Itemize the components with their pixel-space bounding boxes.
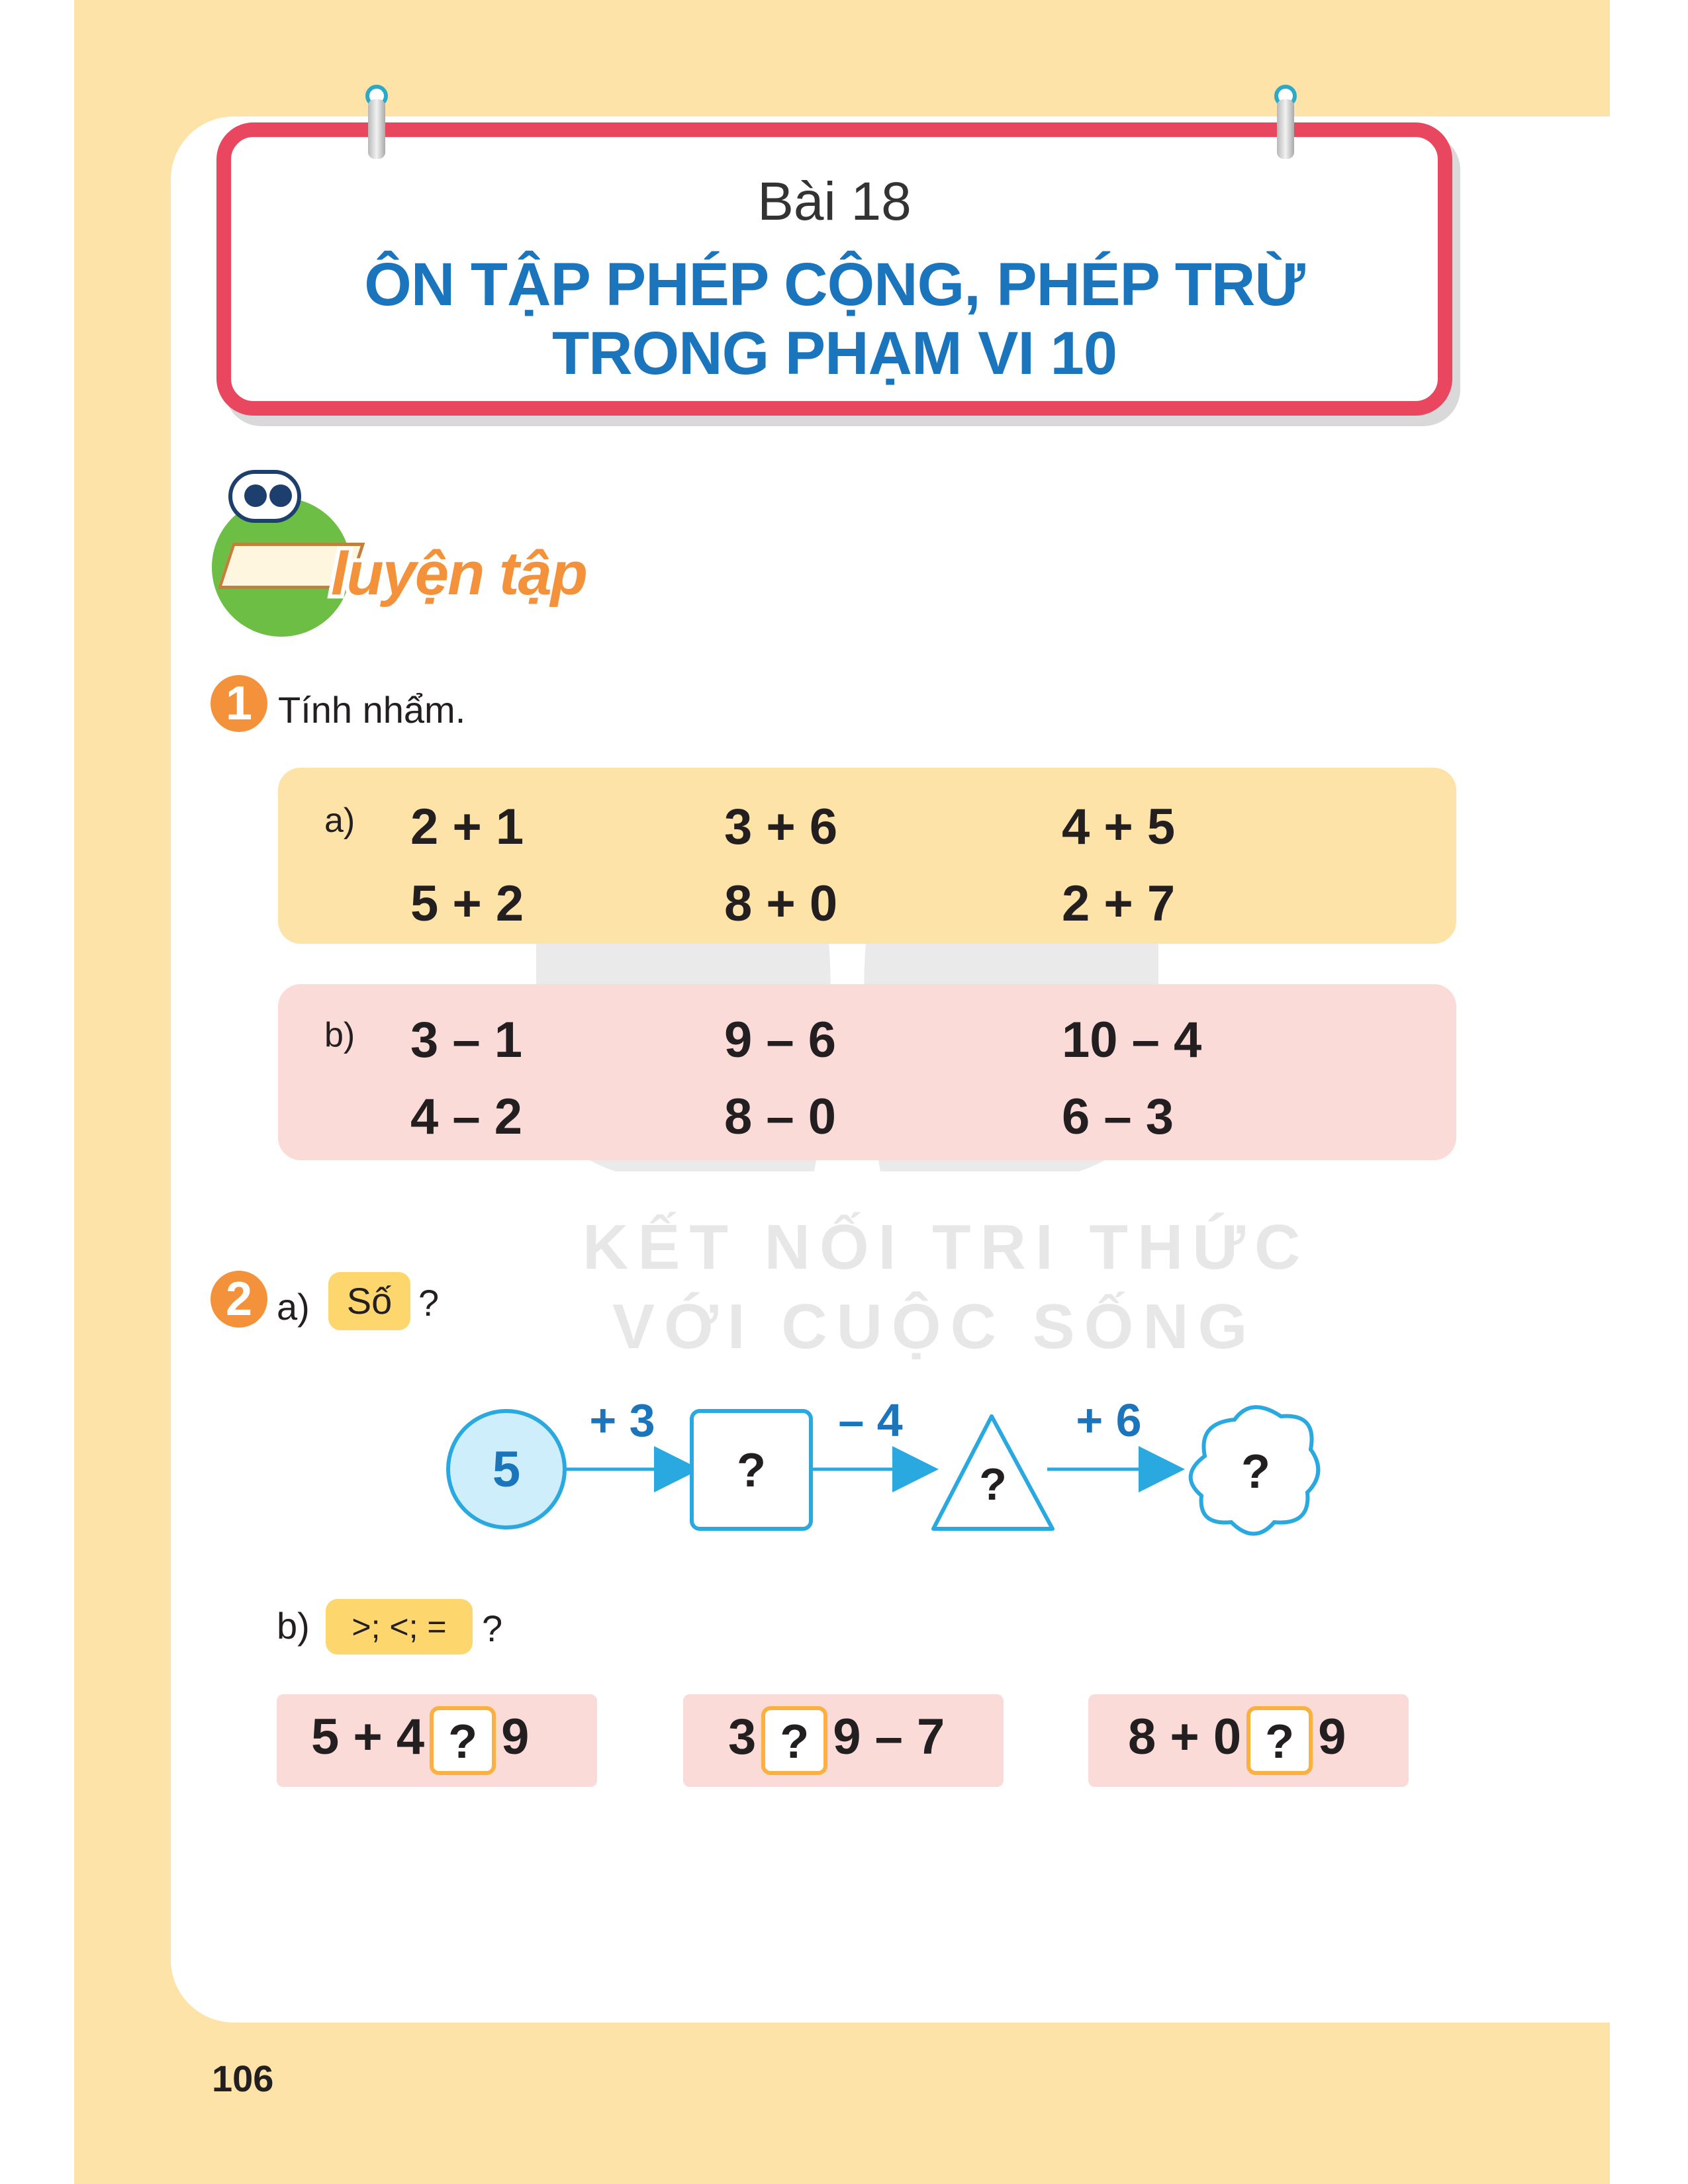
binder-clip-icon bbox=[368, 99, 385, 159]
page-number: 106 bbox=[212, 2058, 274, 2099]
comparison-blank[interactable]: ? bbox=[1246, 1706, 1313, 1775]
lesson-number: Bài 18 bbox=[757, 171, 912, 232]
expression: 4 + 5 bbox=[1062, 799, 1176, 855]
comparison-expression: 3? 9 – 7 bbox=[728, 1706, 945, 1775]
operation-label: + 3 bbox=[589, 1394, 655, 1446]
expression: 2 + 7 bbox=[1062, 876, 1176, 932]
expression: 2 + 1 bbox=[410, 799, 524, 855]
answer-blank: ? bbox=[979, 1459, 1007, 1510]
expression: 3 + 6 bbox=[724, 799, 838, 855]
comparison-right: 9 bbox=[1318, 1709, 1346, 1766]
exercise-2b-label: b) bbox=[277, 1605, 310, 1647]
comparison-left: 5 + 4 bbox=[311, 1709, 425, 1766]
lesson-title-line1: ÔN TẬP PHÉP CỘNG, PHÉP TRỪ bbox=[364, 251, 1305, 318]
expression: 3 – 1 bbox=[410, 1012, 523, 1068]
robot-eye-icon bbox=[244, 484, 267, 507]
expression: 6 – 3 bbox=[1062, 1089, 1174, 1145]
section-badge-label: luyện tập bbox=[327, 536, 592, 612]
answer-blank: ? bbox=[1241, 1445, 1270, 1498]
expression: 5 + 2 bbox=[410, 876, 524, 932]
exercise-2a-label: a) bbox=[277, 1286, 310, 1328]
robot-eye-icon bbox=[269, 484, 292, 507]
robot-reading-book-icon bbox=[228, 470, 301, 523]
expression: 8 – 0 bbox=[724, 1089, 837, 1145]
question-mark: ? bbox=[482, 1608, 503, 1649]
exercise-1-instruction: Tính nhẩm. bbox=[278, 689, 466, 731]
watermark-line1: KẾT NỐI TRI THỨC bbox=[583, 1212, 1310, 1283]
exercise-1-number: 1 bbox=[211, 675, 267, 732]
start-value: 5 bbox=[492, 1441, 520, 1498]
comparison-right: 9 – 7 bbox=[833, 1709, 945, 1766]
comparison-sign-tag: >; <; = bbox=[326, 1599, 473, 1655]
comparison-expression: 5 + 4? 9 bbox=[311, 1706, 529, 1775]
exercise-1a-label: a) bbox=[324, 801, 355, 840]
number-tag: Số bbox=[328, 1272, 410, 1330]
exercise-2-number: 2 bbox=[211, 1271, 267, 1328]
calculation-chain-diagram: 5 + 3 ? – 4 ? + 6 ? bbox=[446, 1394, 1321, 1536]
operation-label: – 4 bbox=[838, 1394, 902, 1446]
comparison-expression: 8 + 0? 9 bbox=[1128, 1706, 1346, 1775]
comparison-blank[interactable]: ? bbox=[761, 1706, 828, 1775]
watermark-line2: VỚI CUỘC SỐNG bbox=[612, 1291, 1257, 1362]
comparison-left: 8 + 0 bbox=[1128, 1709, 1242, 1766]
expression: 4 – 2 bbox=[410, 1089, 523, 1145]
lesson-title-line2: TRONG PHẠM VI 10 bbox=[551, 320, 1117, 387]
question-mark: ? bbox=[418, 1282, 440, 1324]
exercise-1b-label: b) bbox=[324, 1016, 355, 1054]
comparison-right: 9 bbox=[501, 1709, 530, 1766]
comparison-left: 3 bbox=[728, 1709, 757, 1766]
expression: 9 – 6 bbox=[724, 1012, 837, 1068]
operation-label: + 6 bbox=[1076, 1394, 1141, 1446]
binder-clip-icon bbox=[1277, 99, 1294, 159]
expression: 8 + 0 bbox=[724, 876, 838, 932]
comparison-blank[interactable]: ? bbox=[430, 1706, 496, 1775]
answer-blank: ? bbox=[737, 1444, 766, 1497]
expression: 10 – 4 bbox=[1062, 1012, 1202, 1068]
